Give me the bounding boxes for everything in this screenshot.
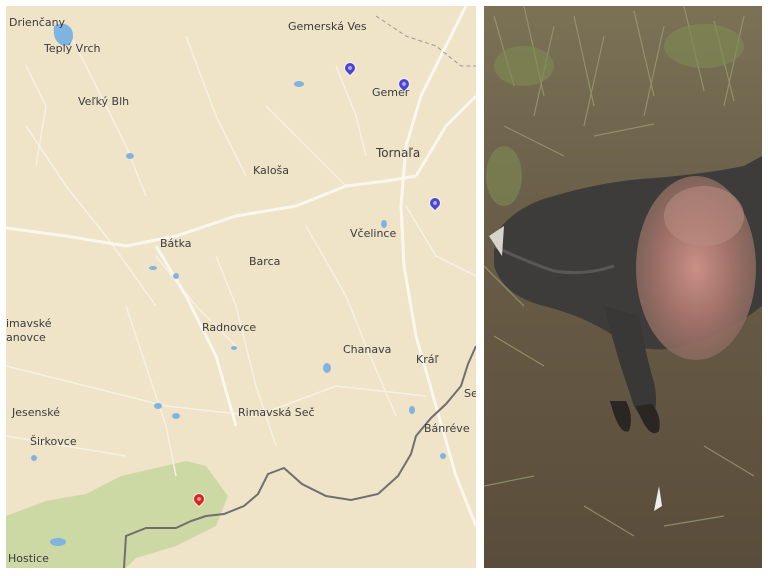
- photo-panel: [484, 6, 762, 568]
- place-label: anovce: [6, 331, 46, 344]
- place-label: Včelince: [350, 227, 397, 240]
- place-label: Veľký Blh: [78, 95, 130, 108]
- place-label: imavské: [6, 317, 52, 330]
- place-label: Se: [464, 387, 476, 400]
- place-label: Jesenské: [12, 406, 60, 419]
- place-label: Tornaľa: [376, 146, 421, 160]
- place-label: Teplý Vrch: [44, 42, 101, 55]
- place-label: Bánréve: [424, 422, 470, 435]
- place-label: Kráľ: [416, 353, 439, 366]
- wild-boar-photo: [484, 6, 762, 568]
- place-label: Bátka: [160, 237, 192, 250]
- blurred-region: [664, 186, 744, 246]
- place-label: Širkovce: [30, 435, 77, 448]
- map-panel[interactable]: Drienčany Teplý Vrch Veľký Blh Gemerská …: [6, 6, 476, 568]
- place-label: Barca: [249, 255, 281, 268]
- place-label: Gemerská Ves: [288, 20, 367, 33]
- place-label: Kaloša: [253, 164, 290, 177]
- place-label: Rimavská Seč: [238, 406, 315, 419]
- place-label: Hostice: [8, 552, 49, 565]
- place-label: Radnovce: [202, 321, 257, 334]
- place-label: Chanava: [343, 343, 392, 356]
- place-label: Drienčany: [9, 16, 66, 29]
